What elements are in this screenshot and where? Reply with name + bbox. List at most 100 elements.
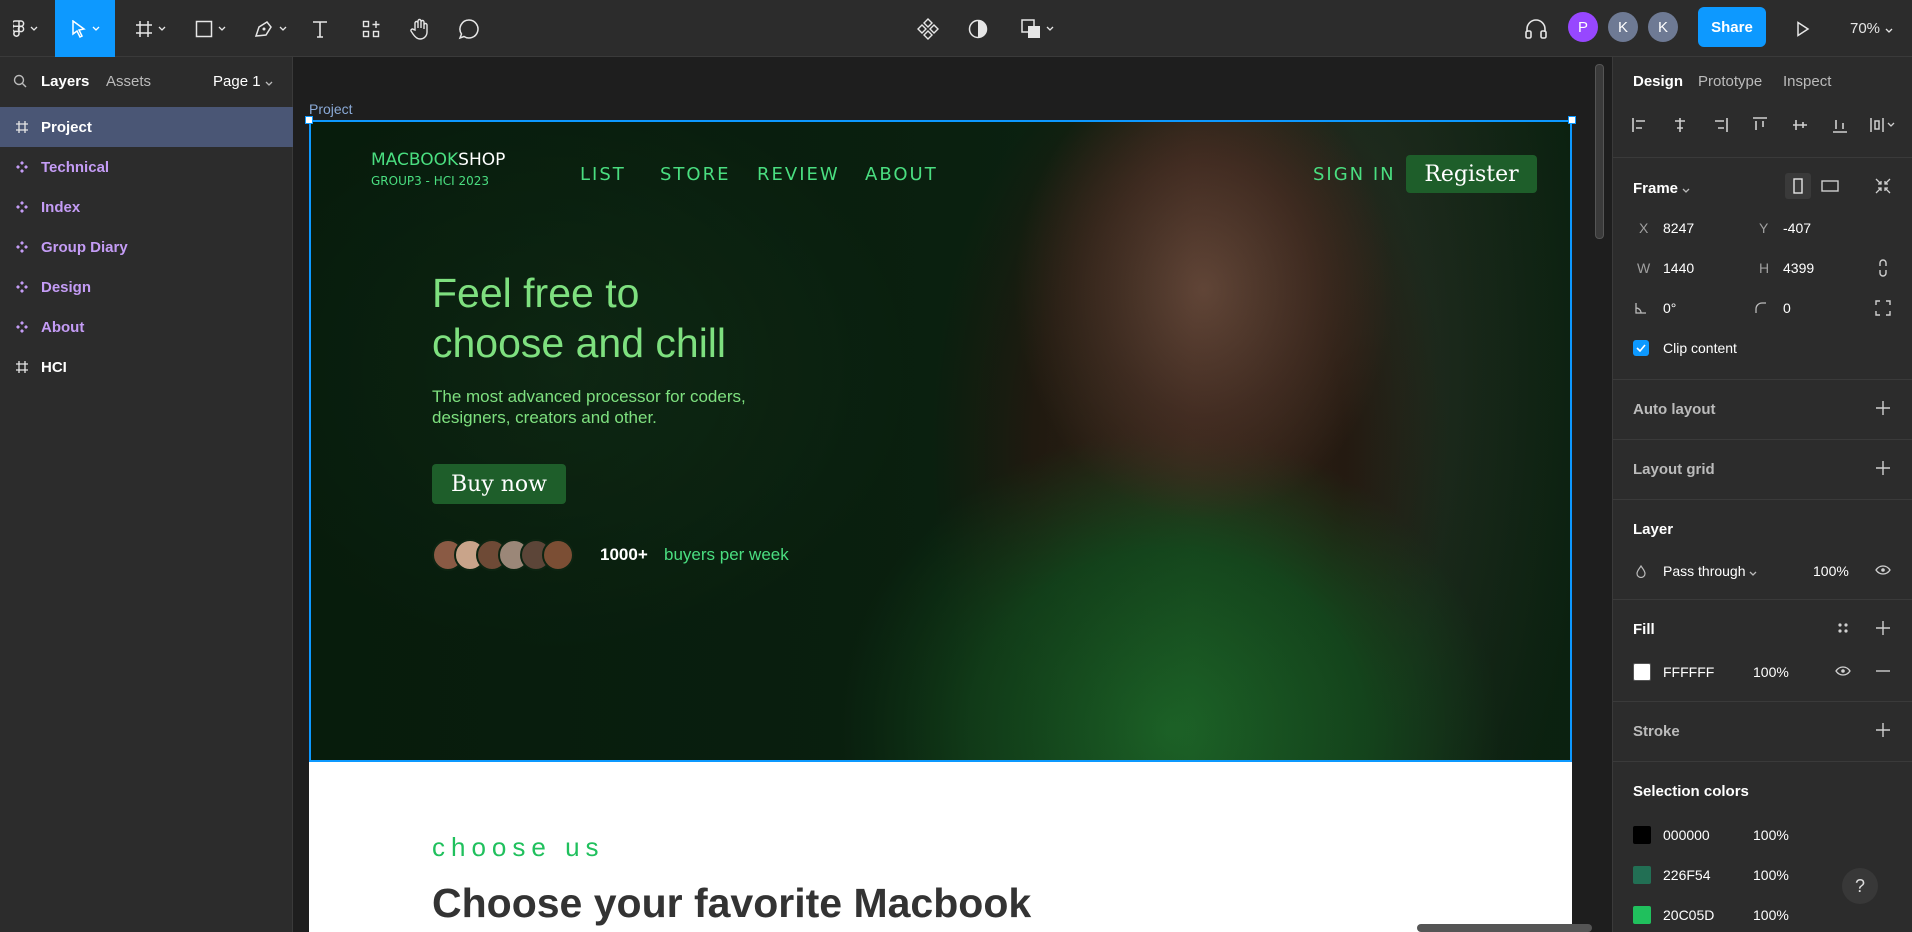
resize-handle[interactable] bbox=[305, 116, 313, 124]
help-button[interactable]: ? bbox=[1842, 868, 1878, 904]
horizontal-scrollbar[interactable] bbox=[1417, 924, 1592, 932]
constrain-proportions-icon[interactable] bbox=[1870, 255, 1896, 281]
tab-design[interactable]: Design bbox=[1633, 73, 1683, 90]
style-grid-icon[interactable] bbox=[1830, 615, 1856, 641]
selection-color-swatch[interactable] bbox=[1633, 826, 1651, 844]
resize-handle[interactable] bbox=[1568, 116, 1576, 124]
tab-layers[interactable]: Layers bbox=[41, 73, 89, 90]
layer-item-hci[interactable]: HCI bbox=[0, 347, 293, 387]
move-tool-button[interactable] bbox=[55, 0, 115, 57]
mask-button[interactable] bbox=[962, 0, 994, 57]
corner-radius-input[interactable]: 0 bbox=[1783, 300, 1791, 316]
site-logo[interactable]: MACBOOKSHOP bbox=[371, 150, 505, 170]
canvas[interactable]: Project MACBOOKSHOP GROUP3 - HCI 2023 LI… bbox=[293, 57, 1612, 932]
eye-icon[interactable] bbox=[1870, 557, 1896, 583]
layer-item-design[interactable]: Design bbox=[0, 267, 293, 307]
buy-now-button[interactable]: Buy now bbox=[432, 464, 566, 504]
y-input[interactable]: -407 bbox=[1783, 220, 1811, 236]
add-fill-icon[interactable] bbox=[1870, 615, 1896, 641]
resources-button[interactable] bbox=[355, 0, 387, 57]
selection-color-opacity[interactable]: 100% bbox=[1753, 907, 1789, 923]
selection-color-swatch[interactable] bbox=[1633, 906, 1651, 924]
zoom-dropdown[interactable]: 70% bbox=[1850, 0, 1893, 57]
nav-list[interactable]: LIST bbox=[580, 164, 626, 185]
hand-tool-button[interactable] bbox=[404, 0, 436, 57]
selection-color-swatch[interactable] bbox=[1633, 866, 1651, 884]
eye-icon[interactable] bbox=[1830, 658, 1856, 684]
selection-color-opacity[interactable]: 100% bbox=[1753, 827, 1789, 843]
independent-corners-icon[interactable] bbox=[1870, 295, 1896, 321]
selection-color-hex[interactable]: 000000 bbox=[1663, 827, 1710, 843]
share-button[interactable]: Share bbox=[1698, 7, 1766, 47]
nav-store[interactable]: STORE bbox=[660, 164, 730, 185]
selection-color-opacity[interactable]: 100% bbox=[1753, 867, 1789, 883]
sign-in-link[interactable]: SIGN IN bbox=[1313, 164, 1396, 185]
layer-item-group-diary[interactable]: Group Diary bbox=[0, 227, 293, 267]
layer-item-project[interactable]: Project bbox=[0, 107, 293, 147]
add-auto-layout-icon[interactable] bbox=[1870, 395, 1896, 421]
clip-content-checkbox[interactable] bbox=[1633, 340, 1649, 356]
tab-prototype[interactable]: Prototype bbox=[1698, 73, 1762, 90]
fill-opacity-input[interactable]: 100% bbox=[1753, 664, 1789, 680]
selection-color-hex[interactable]: 226F54 bbox=[1663, 867, 1710, 883]
align-vertical-center-icon[interactable] bbox=[1790, 115, 1810, 135]
x-input[interactable]: 8247 bbox=[1663, 220, 1694, 236]
boolean-ops-button[interactable] bbox=[1015, 0, 1059, 57]
layer-opacity-input[interactable]: 100% bbox=[1813, 563, 1849, 579]
align-bottom-icon[interactable] bbox=[1830, 115, 1850, 135]
avatar[interactable]: K bbox=[1648, 12, 1678, 42]
page-selector[interactable]: Page 1 bbox=[213, 73, 273, 90]
chevron-down-icon bbox=[30, 26, 38, 31]
landscape-orientation-icon[interactable] bbox=[1817, 173, 1843, 199]
nav-about[interactable]: ABOUT bbox=[865, 164, 938, 185]
align-right-icon[interactable] bbox=[1710, 115, 1730, 135]
component-diamond-icon bbox=[917, 17, 939, 40]
main-menu-button[interactable] bbox=[6, 0, 44, 57]
distribute-icon[interactable] bbox=[1868, 115, 1898, 135]
text-tool-button[interactable] bbox=[305, 0, 335, 57]
component-button[interactable] bbox=[912, 0, 944, 57]
present-button[interactable] bbox=[1790, 0, 1816, 57]
audio-chat-button[interactable] bbox=[1521, 0, 1551, 57]
selection-color-hex[interactable]: 20C05D bbox=[1663, 907, 1714, 923]
divider bbox=[1613, 701, 1912, 702]
portrait-orientation-icon[interactable] bbox=[1785, 173, 1811, 199]
fill-hex-input[interactable]: FFFFFF bbox=[1663, 664, 1714, 680]
choose-section[interactable]: choose us Choose your favorite Macbook bbox=[309, 762, 1572, 932]
height-input[interactable]: 4399 bbox=[1783, 260, 1814, 276]
tab-inspect[interactable]: Inspect bbox=[1783, 73, 1831, 90]
remove-fill-icon[interactable] bbox=[1870, 658, 1896, 684]
blend-mode-dropdown[interactable]: Pass through bbox=[1663, 563, 1757, 579]
nav-review[interactable]: REVIEW bbox=[757, 164, 840, 185]
hero-frame[interactable]: MACBOOKSHOP GROUP3 - HCI 2023 LIST STORE… bbox=[309, 120, 1572, 762]
resize-to-fit-icon[interactable] bbox=[1870, 173, 1896, 199]
tab-assets[interactable]: Assets bbox=[106, 73, 151, 90]
width-input[interactable]: 1440 bbox=[1663, 260, 1694, 276]
align-horizontal-center-icon[interactable] bbox=[1670, 115, 1690, 135]
layer-label: Group Diary bbox=[41, 238, 128, 256]
frame-label[interactable]: Project bbox=[309, 101, 353, 117]
align-left-icon[interactable] bbox=[1630, 115, 1650, 135]
rotation-input[interactable]: 0° bbox=[1663, 300, 1676, 316]
page-name: Page 1 bbox=[213, 73, 261, 90]
add-stroke-icon[interactable] bbox=[1870, 717, 1896, 743]
layer-item-technical[interactable]: Technical bbox=[0, 147, 293, 187]
add-layout-grid-icon[interactable] bbox=[1870, 455, 1896, 481]
avatar[interactable]: P bbox=[1568, 12, 1598, 42]
frame-tool-button[interactable] bbox=[128, 0, 172, 57]
frame-section-title[interactable]: Frame bbox=[1633, 180, 1690, 197]
shape-tool-button[interactable] bbox=[188, 0, 232, 57]
y-label: Y bbox=[1759, 220, 1769, 236]
fill-color-swatch[interactable] bbox=[1633, 663, 1651, 681]
comment-tool-button[interactable] bbox=[453, 0, 485, 57]
layer-item-about[interactable]: About bbox=[0, 307, 293, 347]
search-icon[interactable] bbox=[13, 74, 27, 92]
chevron-down-icon bbox=[265, 73, 273, 90]
register-button[interactable]: Register bbox=[1406, 155, 1537, 193]
align-top-icon[interactable] bbox=[1750, 115, 1770, 135]
pen-tool-button[interactable] bbox=[248, 0, 292, 57]
vertical-scrollbar[interactable] bbox=[1595, 64, 1604, 239]
layer-item-index[interactable]: Index bbox=[0, 187, 293, 227]
avatar[interactable]: K bbox=[1608, 12, 1638, 42]
component-icon bbox=[13, 278, 31, 296]
